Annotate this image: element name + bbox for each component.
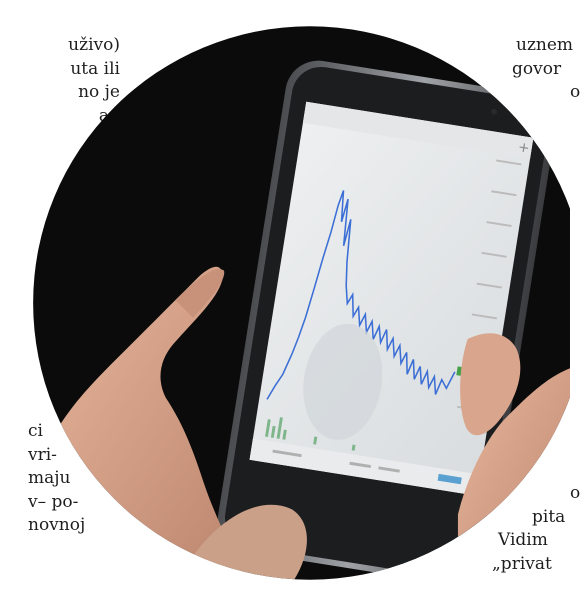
phone-photo: + bbox=[33, 26, 570, 580]
